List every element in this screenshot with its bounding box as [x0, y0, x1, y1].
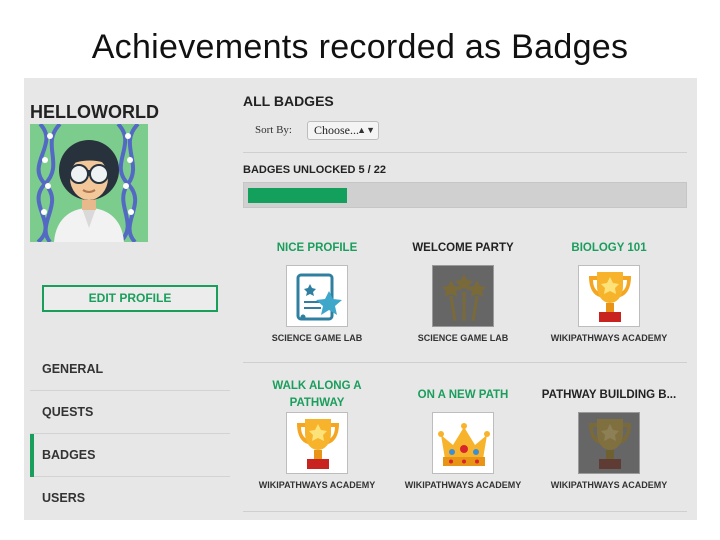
badge-card[interactable]: NICE PROFILE SCIENCE GAME LAB [247, 231, 387, 344]
badges-progress-bar [243, 182, 687, 208]
avatar [30, 124, 148, 242]
badge-issuer: WIKIPATHWAYS ACADEMY [404, 480, 522, 490]
badge-issuer: SCIENCE GAME LAB [271, 333, 363, 343]
badge-issuer: WIKIPATHWAYS ACADEMY [550, 480, 668, 490]
badge-issuer: WIKIPATHWAYS ACADEMY [258, 480, 376, 490]
trophy-icon [578, 412, 640, 474]
badge-issuer: SCIENCE GAME LAB [417, 333, 509, 343]
trophy-icon [578, 265, 640, 327]
divider [243, 362, 687, 363]
party-stars-icon [432, 265, 494, 327]
badge-card[interactable]: WALK ALONG A PATHWAY WIKIPATHWAYS ACADEM… [247, 378, 387, 490]
badge-card[interactable]: WELCOME PARTY SCIENCE GAME LAB [393, 231, 533, 344]
divider [243, 152, 687, 153]
badge-title: ON A NEW PATH [417, 388, 509, 401]
badge-card[interactable]: ON A NEW PATH WIKIPATHWAYS ACADEMY [393, 378, 533, 491]
progress-fill [248, 188, 347, 203]
badge-title: NICE PROFILE [276, 241, 358, 254]
sort-select-value: Choose... [314, 123, 359, 137]
app-window: HELLOWORLD EDIT PROFILE GENERAL QUESTS B… [24, 78, 697, 520]
edit-profile-button[interactable]: EDIT PROFILE [42, 285, 218, 312]
scientist-avatar-icon [30, 124, 148, 242]
badge-title: PATHWAY BUILDING B... [541, 388, 677, 401]
sidebar-item-users[interactable]: USERS [30, 477, 230, 520]
page-title: ALL BADGES [243, 93, 334, 109]
sort-select[interactable]: Choose... ▲▼ [307, 121, 379, 140]
sidebar-item-general[interactable]: GENERAL [30, 348, 230, 391]
sidebar-item-quests[interactable]: QUESTS [30, 391, 230, 434]
badge-card[interactable]: PATHWAY BUILDING B... WIKIPATHWAYS ACADE… [539, 378, 679, 491]
crown-icon [432, 412, 494, 474]
badges-panel: ALL BADGES Sort By: Choose... ▲▼ BADGES … [243, 78, 687, 520]
sort-label: Sort By: [255, 124, 292, 136]
badge-title: WALK ALONG A PATHWAY [272, 380, 362, 409]
badges-unlocked-label: BADGES UNLOCKED 5 / 22 [243, 164, 387, 176]
trophy-icon [286, 412, 348, 474]
username: HELLOWORLD [30, 102, 159, 122]
badge-issuer: WIKIPATHWAYS ACADEMY [550, 333, 668, 343]
badge-title: WELCOME PARTY [412, 241, 514, 254]
badge-card[interactable]: BIOLOGY 101 WIKIPATHWAYS ACADEMY [539, 231, 679, 344]
sidebar-nav: GENERAL QUESTS BADGES USERS [30, 348, 230, 520]
slide-title: Achievements recorded as Badges [91, 28, 629, 66]
certificate-icon [286, 265, 348, 327]
select-arrows-icon: ▲▼ [357, 125, 375, 135]
divider [243, 511, 687, 512]
sidebar-item-badges[interactable]: BADGES [30, 434, 230, 477]
badge-title: BIOLOGY 101 [571, 241, 647, 254]
